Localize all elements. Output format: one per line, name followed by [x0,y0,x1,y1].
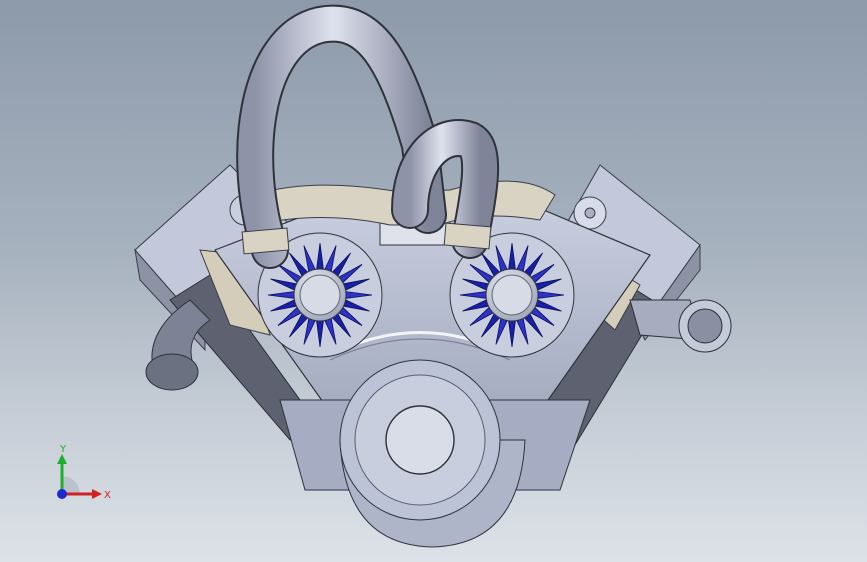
graphics-viewport[interactable]: Y X [0,0,867,562]
coordinate-triad: Y X [57,444,111,501]
engine-model[interactable] [0,0,867,562]
z-axis-dot [57,489,67,499]
x-axis-label: X [104,490,111,501]
y-axis-label: Y [59,444,67,455]
right-exhaust-elbow [629,299,732,353]
